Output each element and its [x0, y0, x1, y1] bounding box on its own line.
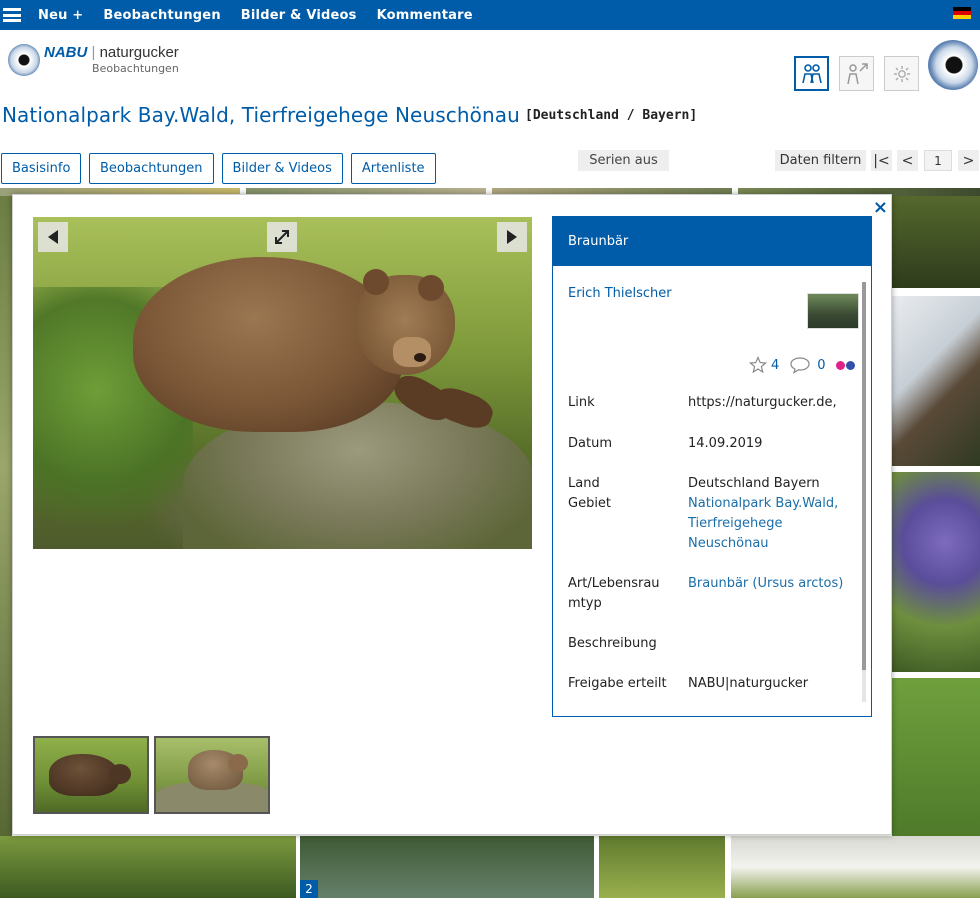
- menu-item-comments[interactable]: Kommentare: [377, 8, 473, 23]
- expand-arrows-icon: [275, 230, 289, 244]
- info-scrollbar[interactable]: [862, 282, 866, 702]
- observation-info-panel: Braunbär Erich Thielscher 4 0 Link https…: [552, 216, 872, 717]
- prev-page-button[interactable]: <: [897, 150, 918, 171]
- observation-lightbox: × Braunbär Erich Thielscher 4 0 Link htt…: [12, 194, 892, 835]
- date-value: 14.09.2019: [688, 436, 763, 451]
- author-link[interactable]: Erich Thielscher: [568, 286, 672, 301]
- gallery-page-badge: 2: [300, 880, 318, 898]
- description-label: Beschreibung: [568, 636, 657, 651]
- community-button[interactable]: [794, 56, 829, 91]
- menu-icon[interactable]: [3, 8, 21, 22]
- german-flag-icon[interactable]: [953, 7, 971, 19]
- top-navigation-bar: Neu + Beobachtungen Bilder & Videos Komm…: [0, 0, 980, 30]
- profile-link-button[interactable]: [839, 56, 874, 91]
- logo-brand: NABU: [44, 44, 88, 61]
- previous-image-button[interactable]: [38, 222, 68, 252]
- site-header: NABU | naturgucker Beobachtungen: [0, 30, 980, 100]
- species-link[interactable]: Braunbär (Ursus arctos): [688, 574, 858, 594]
- link-label: Link: [568, 395, 595, 410]
- triangle-right-icon: [507, 230, 517, 244]
- tab-images-videos[interactable]: Bilder & Videos: [221, 153, 343, 184]
- first-page-button[interactable]: |<: [871, 150, 892, 171]
- thumbnail-1[interactable]: [33, 736, 149, 814]
- release-label: Freigabe erteilt: [568, 676, 667, 691]
- eye-logo-icon: [8, 44, 40, 76]
- comment-count: 0: [817, 357, 826, 373]
- people-icon: [801, 63, 822, 83]
- comment-icon[interactable]: [789, 356, 811, 374]
- gallery-tile[interactable]: [300, 836, 594, 898]
- thumbnail-strip: [33, 736, 275, 814]
- flickr-pink-dot-icon: [835, 360, 845, 370]
- tab-basisinfo[interactable]: Basisinfo: [1, 153, 81, 184]
- menu-item-new[interactable]: Neu +: [38, 8, 83, 23]
- menu-item-images-videos[interactable]: Bilder & Videos: [241, 8, 357, 23]
- gallery-tile[interactable]: [892, 678, 980, 838]
- gear-icon: [893, 65, 910, 82]
- gallery-tile[interactable]: [892, 472, 980, 672]
- observation-photo[interactable]: [33, 217, 532, 549]
- star-count: 4: [771, 357, 780, 373]
- gallery-tile[interactable]: [0, 196, 12, 876]
- gallery-tile[interactable]: [0, 836, 296, 898]
- logo-subtitle: Beobachtungen: [92, 62, 179, 75]
- logo-name: naturgucker: [99, 44, 179, 61]
- flickr-blue-dot-icon: [845, 360, 855, 370]
- person-arrow-icon: [846, 62, 868, 84]
- next-page-button[interactable]: >: [958, 150, 979, 171]
- author-avatar[interactable]: [807, 293, 859, 329]
- naturgucker-eye-logo[interactable]: [928, 40, 978, 90]
- observation-stats: 4 0: [749, 356, 855, 374]
- gallery-tile[interactable]: [599, 836, 725, 898]
- star-icon[interactable]: [749, 356, 767, 374]
- tab-bar: Basisinfo Beobachtungen Bilder & Videos …: [1, 153, 444, 184]
- page-number-field[interactable]: 1: [924, 150, 952, 171]
- species-label: Art/Lebensraumtyp: [568, 576, 660, 611]
- page-title: Nationalpark Bay.Wald, Tierfreigehege Ne…: [2, 103, 520, 127]
- area-label: Gebiet: [568, 496, 612, 511]
- tab-species-list[interactable]: Artenliste: [350, 153, 436, 184]
- date-label: Datum: [568, 436, 612, 451]
- gallery-tile[interactable]: [892, 296, 980, 466]
- tab-observations[interactable]: Beobachtungen: [89, 153, 214, 184]
- info-body: Erich Thielscher 4 0 Link https://naturg…: [553, 266, 871, 716]
- gallery-tile[interactable]: [892, 196, 980, 288]
- country-label: Land: [568, 476, 600, 491]
- filter-data-button[interactable]: Daten filtern: [775, 150, 866, 171]
- settings-button[interactable]: [884, 56, 919, 91]
- next-image-button[interactable]: [497, 222, 527, 252]
- species-header: Braunbär: [553, 217, 871, 266]
- gallery-tile[interactable]: [731, 836, 980, 898]
- top-menu: Neu + Beobachtungen Bilder & Videos Komm…: [38, 8, 493, 23]
- link-value[interactable]: https://naturgucker.de,: [688, 393, 858, 413]
- series-toggle-button[interactable]: Serien aus: [578, 150, 669, 171]
- area-link[interactable]: Nationalpark Bay.Wald, Tierfreigehege Ne…: [688, 494, 858, 554]
- fullscreen-button[interactable]: [267, 222, 297, 252]
- thumbnail-2[interactable]: [154, 736, 270, 814]
- menu-item-observations[interactable]: Beobachtungen: [103, 8, 220, 23]
- naturgucker-logo[interactable]: NABU | naturgucker Beobachtungen: [8, 44, 179, 76]
- close-icon[interactable]: ×: [873, 197, 888, 218]
- country-value: Deutschland Bayern: [688, 476, 820, 491]
- page-region: [Deutschland / Bayern]: [525, 108, 698, 123]
- triangle-left-icon: [48, 230, 58, 244]
- release-value: NABU|naturgucker: [688, 676, 809, 691]
